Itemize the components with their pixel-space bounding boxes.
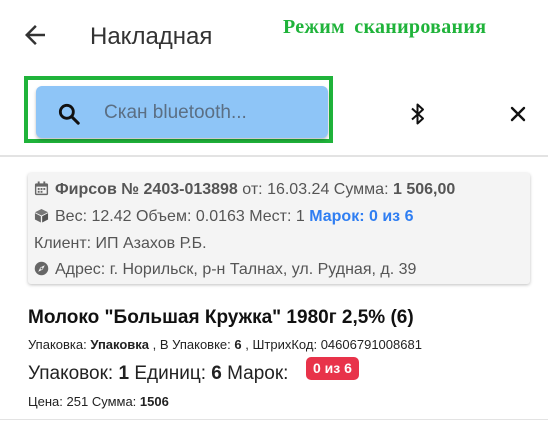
document-card[interactable]: Фирсов № 2403-013898 от: 16.03.24 Сумма:… [28,173,530,284]
document-header-line: Фирсов № 2403-013898 от: 16.03.24 Сумма:… [34,181,455,199]
document-date: 16.03.24 [267,181,330,198]
document-weight-line: Вес: 12.42 Объем: 0.0163 Мест: 1 Марок: … [34,208,413,226]
arrow-left-icon[interactable] [20,20,50,50]
document-client-line: Клиент: ИП Азахов Р.Б. [34,235,207,252]
divider [0,419,548,420]
document-volume: 0.0163 [195,208,245,225]
product-meta: Упаковка: Упаковка , В Упаковке: 6 , Штр… [28,337,422,352]
document-places: 1 [295,208,305,225]
bluetooth-icon[interactable] [406,101,430,127]
product-price: Цена: 251 Сумма: 1506 [28,394,169,409]
product-title: Молоко "Большая Кружка" 1980г 2,5% (6) [28,307,414,328]
app-header: Накладная Режим сканирования [0,0,548,72]
document-number: № 2403-013898 [121,181,238,198]
page-title: Накладная [90,23,213,50]
divider [0,155,548,157]
search-icon[interactable] [56,101,82,127]
box-icon [34,208,49,223]
scan-input[interactable] [104,99,319,127]
product-counts: Упаковок: 1 Единиц: 6 Марок: [28,363,289,384]
marks-link[interactable]: Марок: 0 из 6 [309,208,413,225]
document-address: Адрес: г. Норильск, р-н Талнах, ул. Рудн… [55,261,417,278]
document-weight: 12.42 [91,208,132,225]
scan-mode-label: Режим сканирования [283,16,487,38]
document-client: Фирсов [55,181,117,198]
close-icon[interactable] [507,103,529,125]
document-address-line: Адрес: г. Норильск, р-н Талнах, ул. Рудн… [34,261,416,279]
compass-icon [34,261,49,276]
marks-badge[interactable]: 0 из 6 [306,357,359,380]
calendar-icon [34,181,49,196]
document-sum: 1 506,00 [392,181,456,198]
